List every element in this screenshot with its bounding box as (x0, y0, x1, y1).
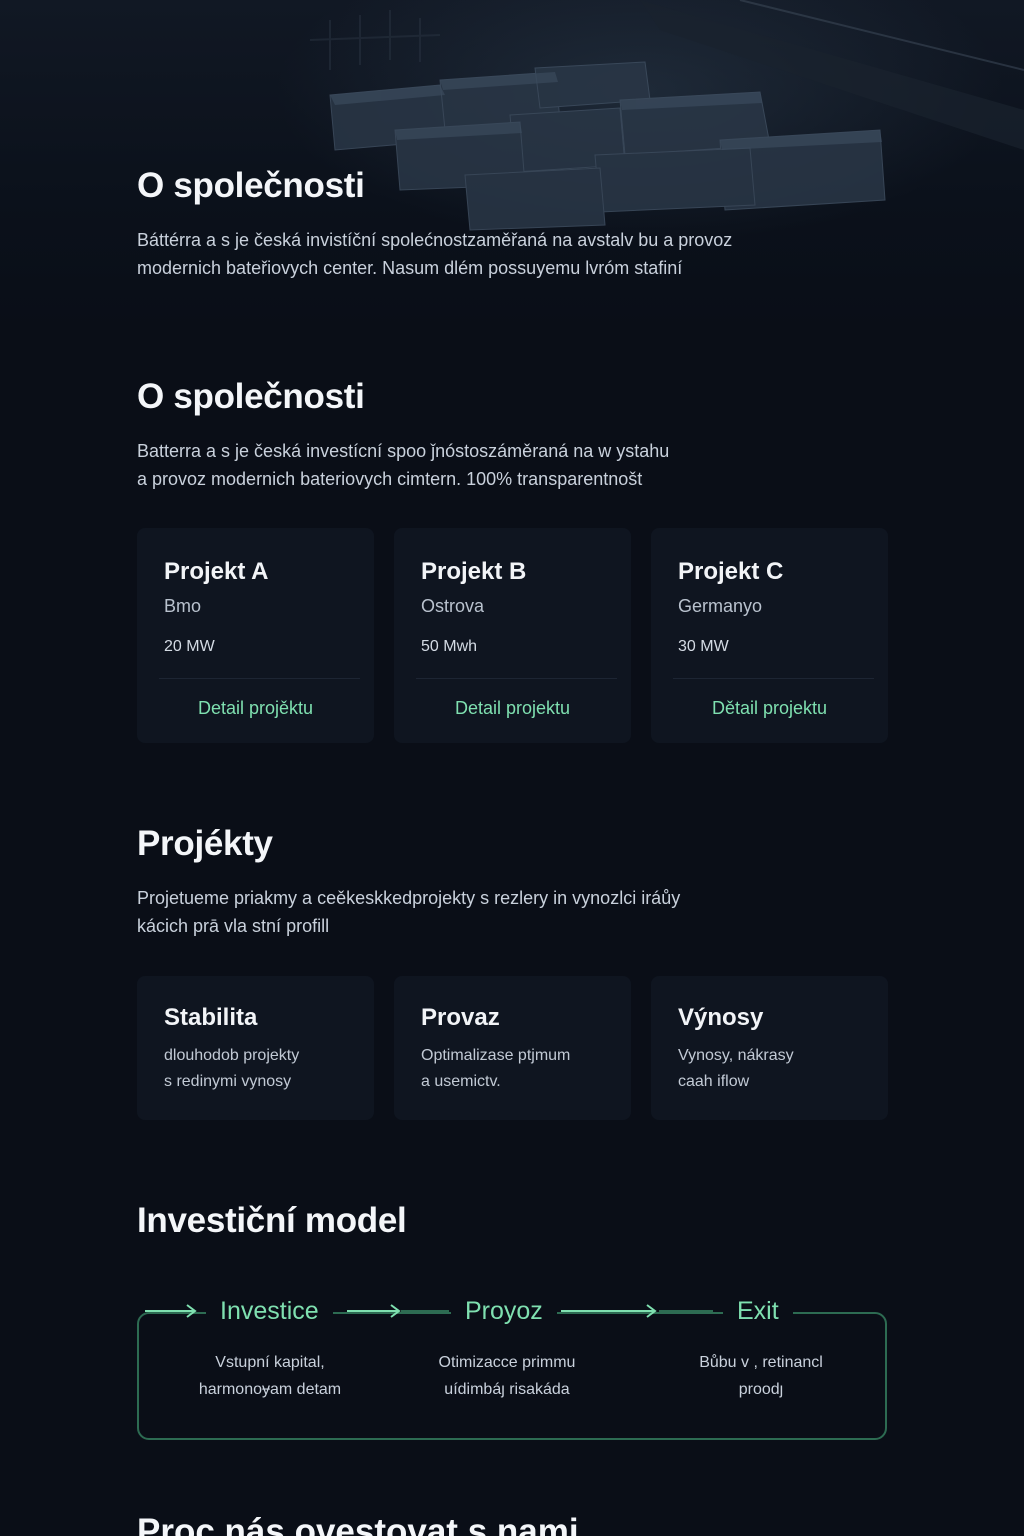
feature-card-operation: Provaz Optimalizase ptjmum a usemictv. (394, 976, 631, 1120)
project-card-c: Projekt C Germanyo 30 MW Dětail projektu (651, 528, 888, 743)
model-title: Investiční model (137, 1201, 407, 1240)
feature-title: Provaz (421, 1004, 500, 1031)
feature-desc-line-1: Vynosy, nákrasy (678, 1047, 794, 1064)
projects-text-line-1: Projetueme priakmy a ceěkeskkedprojekty … (137, 888, 681, 908)
project-card-title: Projekt B (421, 558, 527, 585)
feature-description: Optimalizase ptjmum a usemictv. (421, 1043, 611, 1095)
project-detail-link[interactable]: Detail projěktu (137, 698, 374, 719)
project-card-capacity: 30 MW (678, 638, 729, 655)
model-step-investice: Investice (206, 1297, 333, 1326)
project-card-capacity: 20 MW (164, 638, 215, 655)
step-desc-line-1: Bůbu v , retinancl (699, 1354, 823, 1371)
project-card-location: Germanyo (678, 596, 763, 616)
feature-desc-line-1: Optimalizase ptjmum (421, 1047, 571, 1064)
step-desc-line-2: proodȷ (738, 1381, 784, 1398)
feature-card-returns: Výnosy Vynosy, nákrasy caah iflow (651, 976, 888, 1120)
step-desc-line-1: Vstupní kapital, (215, 1354, 325, 1371)
step-desc-line-1: Otimizacce primmu (438, 1354, 576, 1371)
card-divider (416, 678, 617, 679)
hero-title: O společnosti (137, 166, 365, 205)
feature-description: Vynosy, nákrasy caah iflow (678, 1043, 868, 1095)
feature-title: Stabilita (164, 1004, 258, 1031)
feature-card-stability: Stabilita dlouhodob projekty s redinymi … (137, 976, 374, 1120)
project-card-capacity: 50 Mwh (421, 638, 478, 655)
projects-title: Projékty (137, 824, 273, 863)
feature-desc-line-2: s redinymi vynosy (164, 1073, 292, 1090)
model-step-desc-investice: Vstupní kapital, harmonoɏam detam (170, 1349, 370, 1403)
feature-description: dlouhodob projekty s redinymi vynosy (164, 1043, 354, 1095)
feature-desc-line-1: dlouhodob projekty (164, 1047, 300, 1064)
project-card-title: Projekt A (164, 558, 269, 585)
model-step-provoz: Proyoz (451, 1297, 557, 1326)
model-step-exit: Exit (723, 1297, 793, 1326)
model-step-desc-exit: Bůbu v , retinancl proodȷ (661, 1349, 861, 1403)
why-invest-title: Proc nás ovestovat s nami (137, 1512, 579, 1536)
project-card-title: Projekt C (678, 558, 784, 585)
about-text-line-1: Batterra a s je česká investícní spoo ǰn… (137, 441, 670, 461)
project-card-b: Projekt B Ostrova 50 Mwh Detail projektu (394, 528, 631, 743)
step-desc-line-2: uídimbáȷ risakáda (444, 1381, 570, 1398)
projects-text-line-2: kácich prā vla stní profill (137, 916, 330, 936)
feature-title: Výnosy (678, 1004, 764, 1031)
project-card-location: Bmo (164, 596, 202, 616)
project-card-a: Projekt A Bmo 20 MW Detail projěktu (137, 528, 374, 743)
model-step-desc-provoz: Otimizacce primmu uídimbáȷ risakáda (407, 1349, 607, 1403)
about-text-line-2: a provoz modernich bateriovych cimtern. … (137, 469, 643, 489)
about-title: O společnosti (137, 377, 365, 416)
card-divider (673, 678, 874, 679)
hero-text-line-1: Báttérra a s je česká invistíční spolećn… (137, 230, 733, 250)
hero-text-line-2: modernich bateřiovych center. Nasum dlém… (137, 258, 683, 278)
project-detail-link[interactable]: Dětail projektu (651, 698, 888, 719)
about-text: Batterra a s je česká investícní spoo ǰn… (137, 437, 857, 493)
step-desc-line-2: harmonoɏam detam (198, 1381, 342, 1398)
hero-text: Báttérra a s je česká invistíční spolećn… (137, 226, 857, 282)
feature-desc-line-2: a usemictv. (421, 1073, 501, 1090)
feature-desc-line-2: caah iflow (678, 1073, 750, 1090)
card-divider (159, 678, 360, 679)
project-card-location: Ostrova (421, 596, 485, 616)
project-detail-link[interactable]: Detail projektu (394, 698, 631, 719)
projects-text: Projetueme priakmy a ceěkeskkedprojekty … (137, 884, 857, 940)
